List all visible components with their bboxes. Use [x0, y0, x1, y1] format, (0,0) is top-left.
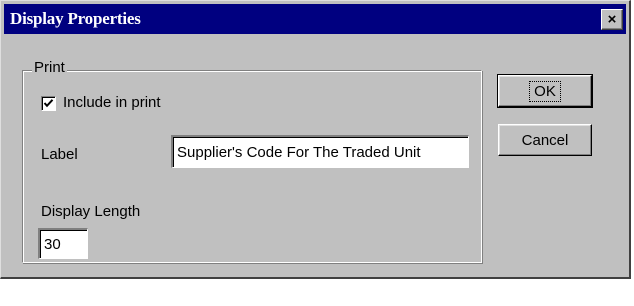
include-in-print-label[interactable]: Include in print — [63, 94, 161, 111]
display-length-label: Display Length — [41, 203, 141, 220]
cancel-button[interactable]: Cancel — [498, 124, 592, 156]
close-icon: × — [607, 11, 617, 28]
ok-button[interactable]: OK — [497, 74, 593, 108]
dialog-title: Display Properties — [10, 9, 141, 28]
label-field-label: Label — [41, 146, 78, 163]
label-input[interactable]: Supplier's Code For The Traded Unit — [171, 135, 469, 168]
display-properties-dialog: Display Properties × Print Include in pr… — [0, 0, 631, 279]
title-bar[interactable]: Display Properties × — [4, 4, 626, 34]
cancel-button-label: Cancel — [521, 131, 569, 149]
ok-button-label: OK — [529, 80, 561, 102]
checkmark-icon — [43, 99, 54, 108]
display-length-input[interactable]: 30 — [38, 228, 88, 259]
close-button[interactable]: × — [601, 9, 623, 30]
include-in-print-checkbox[interactable] — [41, 96, 56, 111]
print-group-legend: Print — [32, 59, 67, 76]
